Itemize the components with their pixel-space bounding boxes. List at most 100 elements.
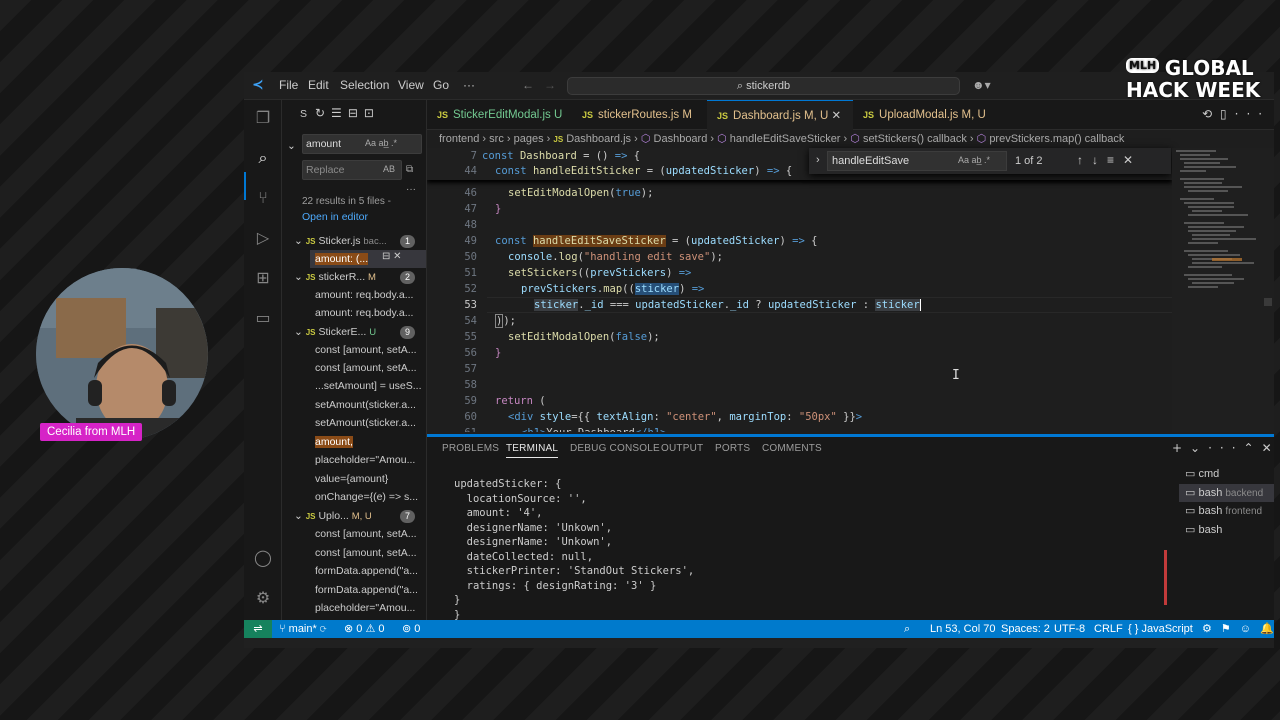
panel-tab-problems[interactable]: PROBLEMS — [442, 443, 499, 454]
more-options-icon[interactable]: ··· — [406, 184, 416, 195]
result-match-row[interactable]: formData.append("a... — [315, 562, 425, 580]
line-endings[interactable]: CRLF — [1094, 620, 1123, 638]
result-match-row[interactable]: const [amount, setA... — [315, 525, 425, 543]
menu-go[interactable]: Go — [433, 78, 449, 92]
result-match-row[interactable]: amount, — [315, 433, 425, 451]
search-actions[interactable]: ↻☰⊟⊡ — [315, 106, 380, 120]
replace-input[interactable]: Replace AB — [302, 160, 402, 180]
branch-indicator[interactable]: ⑂ main* ⟳ — [279, 620, 326, 638]
terminal-output[interactable]: updatedSticker: { locationSource: '', am… — [454, 477, 694, 622]
code-line: setEditModalOpen(true); — [508, 187, 654, 199]
terminal-item[interactable]: ▭ cmd — [1179, 465, 1274, 484]
find-navigation-icons[interactable]: ↑↓≡✕ — [1077, 153, 1142, 167]
extensions-icon[interactable]: ⊞ — [253, 268, 273, 288]
result-match-row[interactable]: const [amount, setA... — [315, 359, 425, 377]
status-extra-icons[interactable]: ⚙⚑☺🔔 — [1202, 620, 1274, 638]
result-match-row[interactable]: const [amount, setA... — [315, 341, 425, 359]
branch-icon: ⑂ — [279, 623, 289, 635]
result-match-row[interactable]: setAmount(sticker.a... — [315, 396, 425, 414]
panel-tab-ports[interactable]: PORTS — [715, 443, 750, 454]
toggle-replace-chevron-icon[interactable]: ⌄ — [287, 140, 296, 152]
zoom-icon[interactable]: ⌕ — [904, 620, 910, 638]
manage-gear-icon[interactable]: ⚙ — [253, 588, 273, 608]
open-in-editor-link[interactable]: Open in editor — [302, 211, 368, 223]
result-match-row[interactable]: placeholder="Amou... — [315, 599, 425, 617]
result-match-row[interactable]: placeholder="Amou... — [315, 451, 425, 469]
js-file-icon: JS — [437, 110, 449, 120]
tab-dashboard[interactable]: JS Dashboard.js M, U ✕ — [707, 100, 853, 130]
code-line: prevStickers.map((sticker) => — [521, 283, 705, 295]
back-arrow-icon[interactable]: ← — [522, 78, 534, 92]
result-match-row[interactable]: amount: req.body.a... — [315, 286, 425, 304]
menu-more[interactable]: ··· — [463, 78, 475, 92]
error-icon: ⊗ — [344, 623, 357, 635]
function-icon: ⬡ — [976, 133, 987, 145]
result-match-row[interactable]: const [amount, setA... — [315, 544, 425, 562]
ports-indicator[interactable]: ⊚ 0 — [402, 620, 420, 638]
js-file-icon: JS — [305, 328, 316, 337]
remote-explorer-icon[interactable]: ▭ — [253, 308, 273, 328]
result-match-row[interactable]: formData.append("a... — [315, 581, 425, 599]
editor-actions-icon[interactable]: ⟲▯··· — [1202, 107, 1270, 121]
vscode-logo-icon: ≺ — [252, 77, 264, 93]
webcam-feed — [36, 268, 208, 440]
result-match-row[interactable]: setAmount(sticker.a... — [315, 414, 425, 432]
sidebar-title: S — [300, 108, 308, 120]
replace-match-icon[interactable]: ⊟ ✕ — [382, 251, 402, 262]
match-case-icon[interactable]: Aa ab̲ .* — [958, 155, 990, 165]
code-line: return ( — [495, 395, 546, 407]
panel-actions-icon[interactable]: +⌄···⌃✕ — [1172, 441, 1274, 455]
search-input[interactable]: amount Aa ab̲ .* — [302, 134, 422, 154]
toggle-replace-icon[interactable]: › — [816, 154, 820, 166]
menu-file[interactable]: File — [279, 78, 298, 92]
panel-tab-debug-console[interactable]: DEBUG CONSOLE — [570, 443, 660, 454]
result-match-row[interactable]: ...setAmount] = useS... — [315, 377, 425, 395]
command-center[interactable]: ⌕ stickerdb — [567, 77, 960, 95]
terminal-item[interactable]: ▭ bash frontend — [1179, 502, 1274, 521]
replace-all-icon[interactable]: ⧉ — [406, 164, 413, 175]
menu-view[interactable]: View — [398, 78, 424, 92]
menu-edit[interactable]: Edit — [308, 78, 329, 92]
copilot-icon[interactable]: ☻▾ — [972, 78, 991, 92]
forward-arrow-icon[interactable]: → — [544, 78, 556, 92]
match-count: 1 of 2 — [1015, 155, 1043, 167]
cursor-position[interactable]: Ln 53, Col 70 — [930, 620, 995, 638]
panel-tab-terminal[interactable]: TERMINAL — [506, 443, 559, 458]
tab-upload-modal[interactable]: JS UploadModal.js M, U — [853, 100, 986, 130]
find-input[interactable]: handleEditSave Aa ab̲ .* — [827, 151, 1007, 171]
tab-sticker-edit-modal[interactable]: JS StickerEditModal.js U — [427, 100, 572, 130]
tab-sticker-routes[interactable]: JS stickerRoutes.js M — [572, 100, 707, 130]
preserve-case-icon[interactable]: AB — [383, 164, 395, 174]
menu-selection[interactable]: Selection — [340, 78, 389, 92]
explorer-icon[interactable]: ❐ — [253, 108, 273, 128]
run-debug-icon[interactable]: ▷ — [253, 228, 273, 248]
result-match-row[interactable]: amount: (... — [310, 250, 426, 268]
remote-indicator-icon[interactable]: ⇌ — [244, 620, 272, 638]
terminal-item[interactable]: ▭ bash backend — [1179, 483, 1274, 502]
result-match-row[interactable]: amount: req.body.a... — [315, 304, 425, 322]
result-match-row[interactable]: value={amount} — [315, 470, 425, 488]
search-icon: ⌕ — [736, 80, 747, 92]
match-case-icon[interactable]: Aa ab̲ .* — [365, 138, 397, 148]
code-line: const handleEditSaveSticker = (updatedSt… — [495, 235, 818, 247]
panel-tab-output[interactable]: OUTPUT — [661, 443, 703, 454]
language-mode[interactable]: { } JavaScript — [1128, 620, 1193, 638]
code-line: } — [495, 347, 502, 359]
antenna-icon: ⊚ — [402, 623, 415, 635]
terminal-icon: ▭ — [1185, 468, 1199, 480]
close-tab-icon[interactable]: ✕ — [831, 110, 841, 122]
encoding[interactable]: UTF-8 — [1054, 620, 1085, 638]
code-editor[interactable]: 7 const Dashboard = () => { 44 const han… — [427, 148, 1172, 432]
result-count-badge: 1 — [400, 235, 416, 248]
source-control-icon[interactable]: ⑂ — [253, 188, 273, 208]
terminal-item[interactable]: ▭ bash — [1179, 521, 1274, 540]
indentation[interactable]: Spaces: 2 — [1001, 620, 1050, 638]
search-view-icon[interactable]: ⌕ — [253, 148, 273, 168]
problems-indicator[interactable]: ⊗ 0 ⚠ 0 — [344, 620, 385, 638]
breadcrumb: frontend › src › pages › JS Dashboard.js… — [439, 133, 1125, 145]
minimap[interactable] — [1172, 148, 1274, 432]
status-bar: ⇌ ⑂ main* ⟳ ⊗ 0 ⚠ 0 ⊚ 0 ⌕ Ln 53, Col 70 … — [244, 620, 1274, 638]
result-match-row[interactable]: onChange={(e) => s... — [315, 488, 425, 506]
panel-tab-comments[interactable]: COMMENTS — [762, 443, 822, 454]
account-icon[interactable]: ◯ — [253, 548, 273, 568]
